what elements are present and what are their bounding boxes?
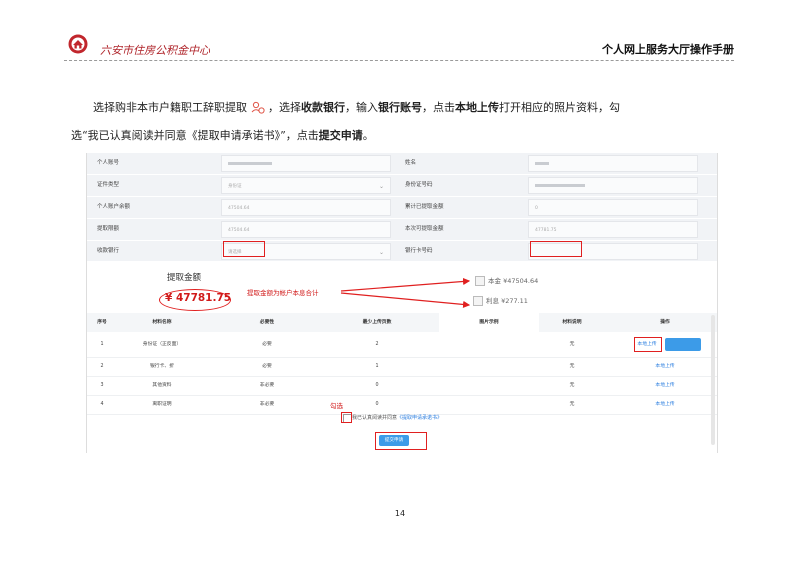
- housing-fund-logo-icon: [68, 34, 88, 54]
- field-label: 本次可提取金额: [395, 219, 515, 240]
- column-header: 必要性: [259, 320, 275, 325]
- withdrawn-field: 0: [528, 199, 698, 216]
- instruction-bold: 收款银行: [301, 101, 345, 114]
- field-label: 个人账户余额: [87, 197, 207, 218]
- form-row: 证件类型 身份证 ⌄ 身份证号码: [87, 175, 717, 197]
- bank-card-highlight: [530, 241, 582, 257]
- column-header: 序号: [97, 320, 107, 325]
- agree-text: 我已认真阅读并同意: [352, 415, 398, 421]
- chevron-down-icon: ⌄: [378, 249, 384, 256]
- column-header: 图片示例: [439, 313, 539, 332]
- field-label: 身份证号码: [395, 175, 515, 196]
- check-annotation: 勾选: [330, 402, 343, 410]
- instruction-text: ，点击: [422, 101, 455, 114]
- amount-annotation: 提取金额为帐户本息合计: [247, 289, 319, 297]
- person-coin-icon: [251, 101, 265, 114]
- amount-value: ¥ 47781.75: [165, 292, 232, 304]
- withdrawal-form: 个人账号 姓名 证件类型 身份证 ⌄ 身份证号码 个人账户余额 47504.64 …: [87, 153, 717, 263]
- material-name: 身份证（正反面）: [142, 342, 182, 347]
- name-field: [528, 155, 698, 172]
- embedded-screenshot: 个人账号 姓名 证件类型 身份证 ⌄ 身份证号码 个人账户余额 47504.64 …: [86, 153, 718, 453]
- row-no: 1: [100, 342, 104, 347]
- table-row: 3 其他资料 非必要 0 无 本地上传: [87, 376, 717, 396]
- field-label: 提取限额: [87, 219, 207, 240]
- account-number-field: [221, 155, 391, 172]
- uploaded-preview-button[interactable]: [665, 338, 701, 351]
- instruction-text: ，选择: [268, 101, 301, 114]
- interest-text: 利息 ¥277.11: [486, 297, 528, 305]
- local-upload-link[interactable]: 本地上传: [635, 376, 695, 395]
- id-type-select[interactable]: 身份证 ⌄: [221, 177, 391, 194]
- column-header: 操作: [660, 320, 670, 325]
- id-type-value: 身份证: [228, 184, 242, 189]
- min-pages: 0: [375, 383, 379, 388]
- id-number-field: [528, 177, 698, 194]
- instruction-bold: 提交申请: [318, 129, 363, 142]
- local-upload-link[interactable]: 本地上传: [635, 357, 695, 376]
- necessity: 必要: [262, 342, 272, 347]
- field-label: 收款银行: [87, 241, 207, 262]
- field-label: 个人账号: [87, 153, 207, 174]
- column-header: 最少上传页数: [362, 320, 392, 325]
- broken-image-icon: [475, 276, 485, 286]
- manual-title: 个人网上服务大厅操作手册: [602, 43, 734, 56]
- form-row: 个人账户余额 47504.64 累计已提取金额 0: [87, 197, 717, 219]
- agree-text-line: 我已认真阅读并同意《提取申请承诺书》: [352, 414, 442, 422]
- row-no: 3: [100, 383, 104, 388]
- material-name: 银行卡、折: [150, 364, 174, 369]
- submit-highlight: [375, 432, 427, 450]
- chevron-down-icon: ⌄: [378, 183, 384, 190]
- instruction-text: 选择购非本市户籍职工辞职提取: [93, 101, 247, 114]
- min-pages: 2: [375, 342, 379, 347]
- material-note: 无: [569, 364, 575, 369]
- commitment-link[interactable]: 《提取申请承诺书》: [397, 415, 442, 421]
- amount-section: 提取金额 ¥ 47781.75 提取金额为帐户本息合计 本金 ¥47504.64…: [87, 261, 717, 313]
- broken-image-icon: [473, 296, 483, 306]
- page-header: 六安市住房公积金中心 个人网上服务大厅操作手册: [64, 32, 734, 62]
- balance-field: 47504.64: [221, 199, 391, 216]
- bank-select-highlight: [223, 241, 265, 257]
- form-row: 收款银行 请选择 ⌄ 银行卡号码: [87, 241, 717, 263]
- instruction-text: 。: [362, 129, 374, 142]
- instruction-text: 选“我已认真阅读并同意《提取申请承诺书》”，点击: [71, 129, 319, 142]
- instruction-text: ，输入: [345, 101, 378, 114]
- column-header: 材料名称: [152, 320, 172, 325]
- upload-highlight: [634, 337, 662, 352]
- principal-line: 本金 ¥47504.64: [475, 275, 538, 286]
- instruction-bold: 银行账号: [378, 101, 422, 114]
- table-row: 1 身份证（正反面） 必要 2 无 本地上传: [87, 332, 717, 358]
- field-label: 银行卡号码: [395, 241, 515, 262]
- material-note: 无: [569, 342, 575, 347]
- page-number: 14: [394, 509, 406, 518]
- instruction-text: 打开相应的照片资料，勾: [499, 101, 620, 114]
- instruction-bold: 本地上传: [455, 101, 499, 114]
- field-label: 证件类型: [87, 175, 207, 196]
- material-note: 无: [569, 383, 575, 388]
- form-row: 个人账号 姓名: [87, 153, 717, 175]
- amount-title: 提取金额: [167, 273, 202, 283]
- table-header: 序号 材料名称 必要性 最少上传页数 图片示例 材料说明 操作: [87, 313, 717, 332]
- material-name: 其他资料: [152, 383, 172, 388]
- necessity: 非必要: [259, 383, 275, 388]
- available-field: 47781.75: [528, 221, 698, 238]
- min-pages: 1: [375, 364, 379, 369]
- necessity: 必要: [262, 364, 272, 369]
- field-label: 姓名: [395, 153, 515, 174]
- principal-text: 本金 ¥47504.64: [488, 277, 539, 285]
- instruction-paragraph: 选择购非本市户籍职工辞职提取 ，选择收款银行，输入银行账号，点击本地上传打开相应…: [71, 94, 735, 150]
- form-row: 提取限额 47504.64 本次可提取金额 47781.75: [87, 219, 717, 241]
- header-divider: [64, 60, 734, 61]
- limit-field: 47504.64: [221, 221, 391, 238]
- agreement-section: 勾选 我已认真阅读并同意《提取申请承诺书》 提交申请: [87, 402, 717, 453]
- table-row: 2 银行卡、折 必要 1 无 本地上传: [87, 357, 717, 377]
- org-name: 六安市住房公积金中心: [100, 44, 210, 57]
- field-label: 累计已提取金额: [395, 197, 515, 218]
- row-no: 2: [100, 364, 104, 369]
- checkbox-highlight: [341, 412, 352, 423]
- interest-line: 利息 ¥277.11: [473, 295, 528, 306]
- column-header: 材料说明: [562, 320, 582, 325]
